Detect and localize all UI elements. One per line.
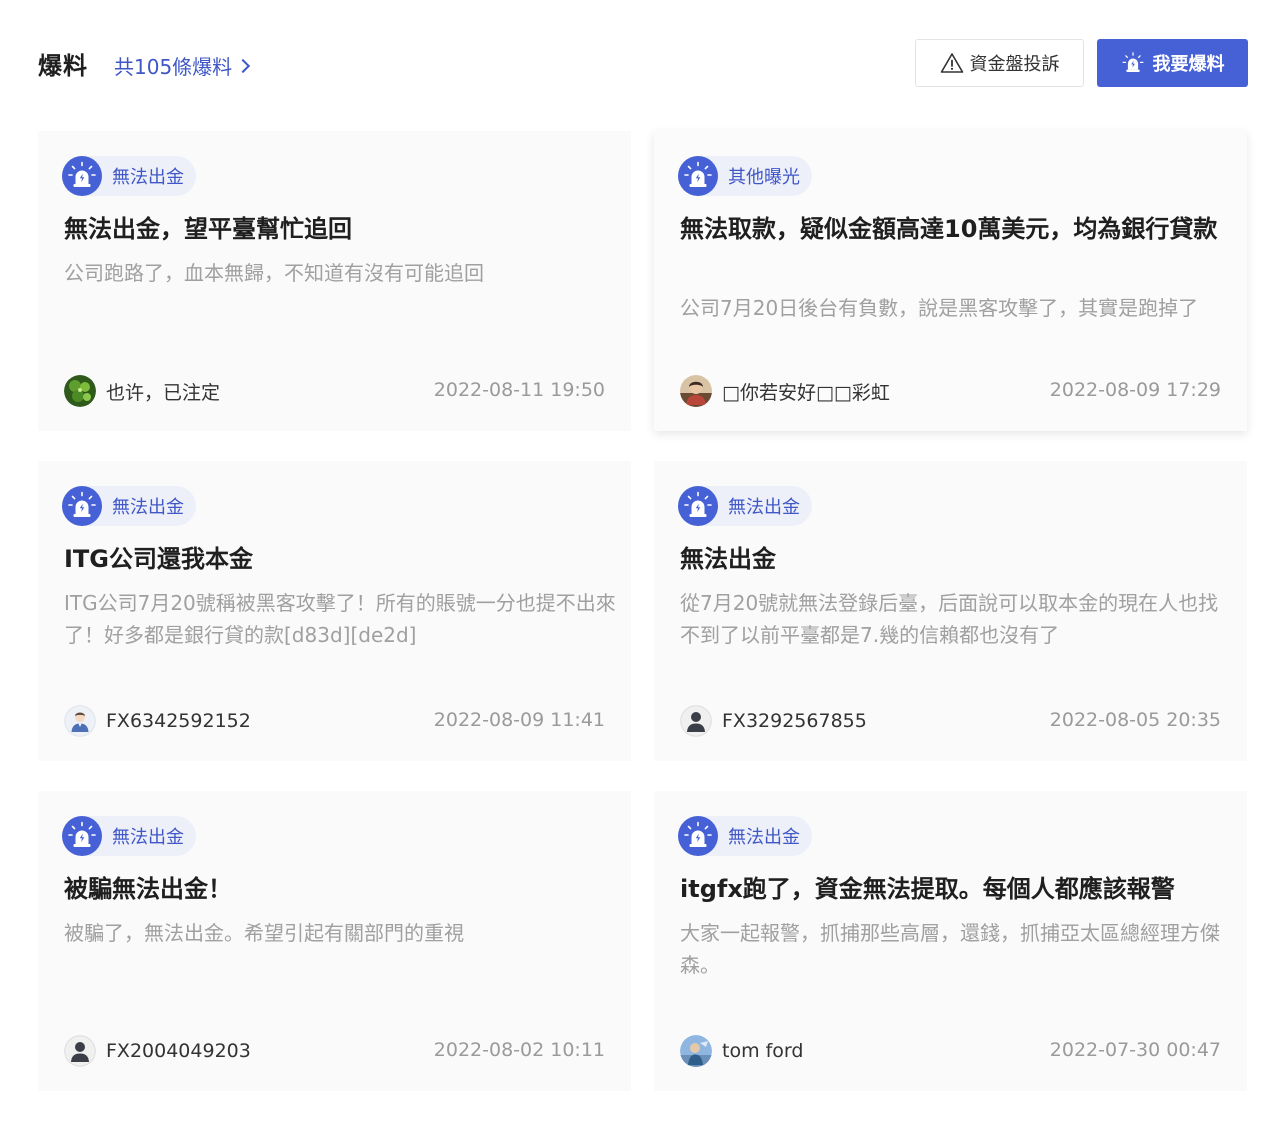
category-tag-label: 其他曝光 (728, 167, 800, 188)
page-title: 爆料 (38, 52, 88, 80)
card-author: 也许，已注定 (64, 375, 220, 407)
siren-icon (62, 486, 102, 526)
card-description: 公司7月20日後台有負數，說是黑客攻擊了，其實是跑掉了 (680, 296, 1199, 320)
card-author: FX3292567855 (680, 705, 867, 737)
card-description: 從7月20號就無法登錄后臺，后面說可以取本金的現在人也找不到了以前平臺都是7.幾… (680, 591, 1219, 647)
card-description: 公司跑路了，血本無歸，不知道有沒有可能追回 (64, 261, 484, 285)
author-name: FX3292567855 (722, 710, 867, 732)
category-tag: 無法出金 (62, 156, 196, 196)
avatar (680, 375, 712, 407)
author-name: FX2004049203 (106, 1040, 251, 1062)
all-reports-link[interactable]: 共105條爆料 (114, 51, 251, 80)
report-card[interactable]: 無法出金 無法出金 從7月20號就無法登錄后臺，后面說可以取本金的現在人也找不到… (654, 461, 1247, 761)
siren-icon (678, 486, 718, 526)
card-description: 被騙了，無法出金。希望引起有關部門的重視 (64, 921, 464, 945)
author-name: tom ford (722, 1040, 804, 1062)
card-date: 2022-08-05 20:35 (1049, 709, 1221, 731)
category-tag: 無法出金 (678, 816, 812, 856)
author-name: □你若安好□□彩虹 (722, 381, 890, 404)
category-tag: 其他曝光 (678, 156, 812, 196)
siren-icon (62, 816, 102, 856)
card-date: 2022-08-09 11:41 (433, 709, 605, 731)
category-tag-label: 無法出金 (728, 497, 800, 518)
avatar (64, 375, 96, 407)
category-tag: 無法出金 (62, 486, 196, 526)
report-card[interactable]: 無法出金 itgfx跑了，資金無法提取。每個人都應該報警 大家一起報警，抓捕那些… (654, 791, 1247, 1091)
category-tag: 無法出金 (678, 486, 812, 526)
card-author: FX2004049203 (64, 1035, 251, 1067)
siren-icon (678, 816, 718, 856)
warning-icon (940, 53, 963, 73)
card-author: FX6342592152 (64, 705, 251, 737)
card-title: 無法取款，疑似金額高達10萬美元，均為銀行貸款 (680, 215, 1218, 243)
card-title: 無法出金，望平臺幫忙追回 (64, 215, 352, 243)
category-tag-label: 無法出金 (728, 827, 800, 848)
card-description: 大家一起報警，抓捕那些高層，還錢，抓捕亞太區總經理方傑森。 (680, 921, 1220, 977)
card-title: 被騙無法出金！ (64, 875, 232, 903)
category-tag-label: 無法出金 (112, 497, 184, 518)
siren-icon (62, 156, 102, 196)
card-title: itgfx跑了，資金無法提取。每個人都應該報警 (680, 875, 1175, 903)
report-card[interactable]: 無法出金 無法出金，望平臺幫忙追回 公司跑路了，血本無歸，不知道有沒有可能追回 … (38, 131, 631, 431)
card-author: tom ford (680, 1035, 803, 1067)
card-date: 2022-08-09 17:29 (1049, 379, 1221, 401)
siren-icon (678, 156, 718, 196)
card-date: 2022-08-02 10:11 (433, 1039, 605, 1061)
card-description: ITG公司7月20號稱被黑客攻擊了！所有的賬號一分也提不出來了！好多都是銀行貸的… (64, 591, 616, 647)
category-tag-label: 無法出金 (112, 827, 184, 848)
card-title: ITG公司還我本金 (64, 545, 253, 573)
chevron-right-icon (236, 58, 251, 73)
avatar (680, 1035, 712, 1067)
card-date: 2022-07-30 00:47 (1049, 1039, 1221, 1061)
category-tag-label: 無法出金 (112, 167, 184, 188)
card-author: □你若安好□□彩虹 (680, 375, 890, 407)
page-header: 爆料 共105條爆料 資金盤投訴 我要爆料 (38, 38, 1248, 88)
siren-icon (1122, 52, 1143, 72)
submit-report-label: 我要爆料 (1152, 54, 1225, 75)
category-tag: 無法出金 (62, 816, 196, 856)
submit-report-button[interactable]: 我要爆料 (1097, 39, 1248, 87)
author-name: 也许，已注定 (106, 381, 221, 404)
all-reports-link-label: 共105條爆料 (114, 55, 233, 79)
report-card[interactable]: 其他曝光 無法取款，疑似金額高達10萬美元，均為銀行貸款 公司7月20日後台有負… (654, 131, 1247, 431)
avatar (64, 1035, 96, 1067)
report-card[interactable]: 無法出金 ITG公司還我本金 ITG公司7月20號稱被黑客攻擊了！所有的賬號一分… (38, 461, 631, 761)
fund-scheme-complaint-label: 資金盤投訴 (969, 54, 1060, 75)
avatar (64, 705, 96, 737)
card-title: 無法出金 (680, 545, 776, 573)
author-name: FX6342592152 (106, 710, 251, 732)
report-card[interactable]: 無法出金 被騙無法出金！ 被騙了，無法出金。希望引起有關部門的重視 FX2004… (38, 791, 631, 1091)
avatar (680, 705, 712, 737)
card-date: 2022-08-11 19:50 (433, 379, 605, 401)
fund-scheme-complaint-button[interactable]: 資金盤投訴 (915, 39, 1084, 87)
